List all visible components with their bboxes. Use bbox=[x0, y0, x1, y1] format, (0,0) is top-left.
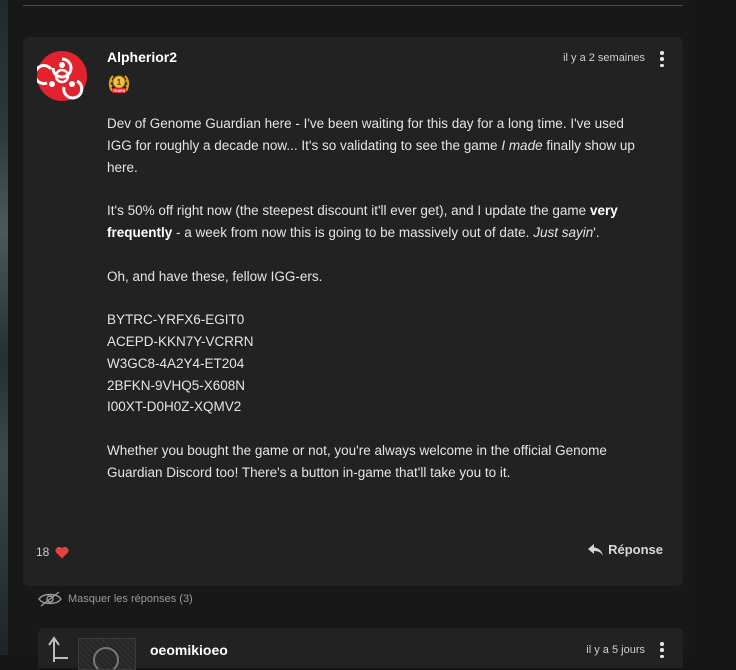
like-count: 18 bbox=[36, 545, 50, 559]
reply-timestamp[interactable]: il y a 5 jours bbox=[586, 644, 645, 656]
reply-thread-arrow-icon bbox=[48, 636, 68, 662]
reply-more-options-icon[interactable] bbox=[659, 642, 665, 658]
comment-paragraph: Whether you bought the game or not, you'… bbox=[107, 442, 607, 480]
hide-replies-label: Masquer les réponses (3) bbox=[68, 593, 193, 605]
eye-off-icon bbox=[38, 591, 62, 607]
reply-button[interactable]: Réponse bbox=[588, 542, 663, 557]
avatar-triskelion-icon[interactable] bbox=[37, 51, 87, 101]
more-options-icon[interactable] bbox=[659, 51, 665, 67]
right-gutter bbox=[696, 0, 736, 655]
game-key: ACEPD-KKN7Y-VCRRN bbox=[107, 333, 254, 349]
comment-body: Dev of Genome Guardian here - I've been … bbox=[107, 113, 637, 484]
badge-label: YEARS bbox=[113, 89, 126, 93]
reply-label: Réponse bbox=[608, 542, 663, 557]
comment-username[interactable]: Alpherior2 bbox=[107, 49, 177, 65]
1-year-laurel-badge-icon: 1 YEARS bbox=[108, 75, 130, 93]
comment-paragraph: Oh, and have these, fellow IGG-ers. bbox=[107, 268, 323, 284]
reply-comment-card: oeomikioeo il y a 5 jours bbox=[38, 628, 683, 670]
comment-paragraph: It's 50% off right now (the steepest dis… bbox=[107, 203, 618, 240]
section-divider bbox=[23, 5, 683, 6]
reply-arrow-icon bbox=[588, 543, 604, 556]
badge-number: 1 bbox=[117, 78, 122, 87]
reply-username[interactable]: oeomikioeo bbox=[150, 642, 228, 658]
hide-replies-toggle[interactable]: Masquer les réponses (3) bbox=[38, 591, 193, 607]
comment-card: Alpherior2 1 YEARS il y a 2 semaines Dev… bbox=[23, 37, 683, 586]
game-key: I00XT-D0H0Z-XQMV2 bbox=[107, 399, 242, 415]
reply-avatar[interactable] bbox=[78, 638, 136, 670]
like-control: 18 bbox=[36, 545, 69, 559]
background-art-strip bbox=[0, 0, 8, 655]
game-key: 2BFKN-9VHQ5-X608N bbox=[107, 377, 246, 393]
comment-timestamp[interactable]: il y a 2 semaines bbox=[563, 52, 645, 64]
game-key: W3GC8-4A2Y4-ET204 bbox=[107, 355, 245, 371]
heart-icon[interactable] bbox=[55, 546, 69, 559]
game-key: BYTRC-YRFX6-EGIT0 bbox=[107, 312, 245, 328]
comment-paragraph: Dev of Genome Guardian here - I've been … bbox=[107, 116, 635, 175]
